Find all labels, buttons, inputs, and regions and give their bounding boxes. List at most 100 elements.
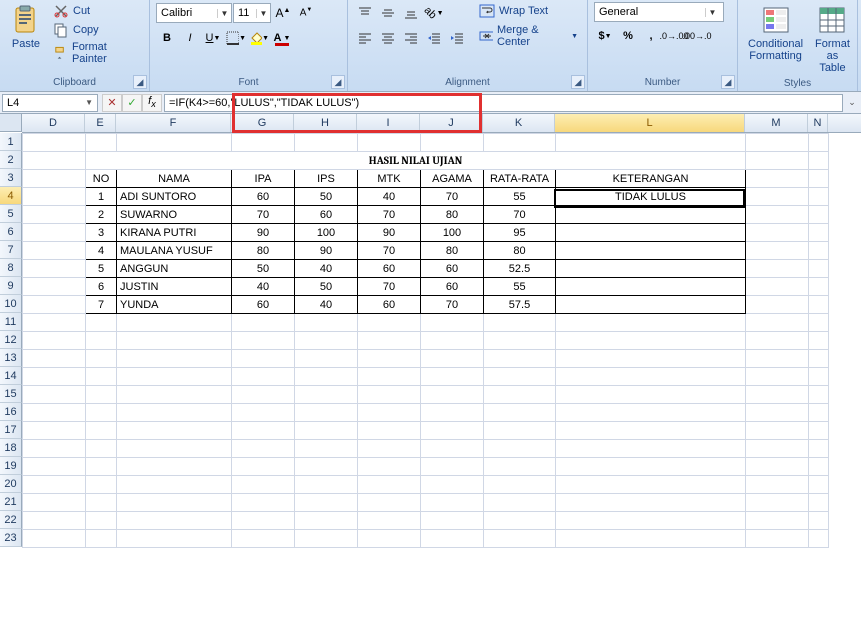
table-cell[interactable]: [556, 242, 746, 260]
table-cell[interactable]: 80: [421, 242, 484, 260]
table-cell[interactable]: 70: [358, 206, 421, 224]
chevron-down-icon[interactable]: ▼: [217, 9, 231, 18]
font-size-input[interactable]: [234, 7, 256, 19]
formula-input[interactable]: =IF(K4>=60,"LULUS","TIDAK LULUS"): [164, 94, 843, 112]
table-cell[interactable]: TIDAK LULUS: [556, 188, 746, 206]
table-cell[interactable]: 50: [232, 260, 295, 278]
col-header-J[interactable]: J: [420, 114, 483, 132]
wrap-text-button[interactable]: Wrap Text: [476, 2, 581, 20]
table-cell[interactable]: 57.5: [484, 296, 556, 314]
table-cell[interactable]: 70: [358, 242, 421, 260]
decrease-indent-button[interactable]: [423, 27, 445, 49]
row-header-11[interactable]: 11: [0, 313, 22, 331]
font-color-button[interactable]: A▼: [271, 27, 293, 49]
table-cell[interactable]: 90: [232, 224, 295, 242]
table-cell[interactable]: JUSTIN: [117, 278, 232, 296]
table-cell[interactable]: 70: [421, 296, 484, 314]
table-cell[interactable]: [556, 278, 746, 296]
table-cell[interactable]: 100: [295, 224, 358, 242]
font-launcher[interactable]: ◢: [331, 75, 345, 89]
expand-formula-bar-button[interactable]: ⌄: [843, 94, 861, 112]
table-cell[interactable]: MAULANA YUSUF: [117, 242, 232, 260]
table-cell[interactable]: [556, 224, 746, 242]
table-cell[interactable]: 5: [86, 260, 117, 278]
table-cell[interactable]: 60: [232, 188, 295, 206]
name-box[interactable]: L4 ▼: [2, 94, 98, 112]
row-header-9[interactable]: 9: [0, 277, 22, 295]
bold-button[interactable]: B: [156, 27, 178, 49]
table-cell[interactable]: 6: [86, 278, 117, 296]
copy-button[interactable]: Copy: [50, 21, 143, 39]
table-cell[interactable]: 80: [421, 206, 484, 224]
table-cell[interactable]: 70: [358, 278, 421, 296]
currency-button[interactable]: $▼: [594, 25, 616, 47]
table-cell[interactable]: 90: [295, 242, 358, 260]
table-cell[interactable]: SUWARNO: [117, 206, 232, 224]
table-cell[interactable]: 60: [421, 260, 484, 278]
fill-color-button[interactable]: ▼: [248, 27, 270, 49]
row-header-20[interactable]: 20: [0, 475, 22, 493]
table-cell[interactable]: 40: [295, 260, 358, 278]
table-cell[interactable]: 7: [86, 296, 117, 314]
row-header-6[interactable]: 6: [0, 223, 22, 241]
col-header-G[interactable]: G: [231, 114, 294, 132]
align-center-button[interactable]: [377, 27, 399, 49]
table-cell[interactable]: ANGGUN: [117, 260, 232, 278]
col-header-H[interactable]: H: [294, 114, 357, 132]
decrease-decimal-button[interactable]: .00→.0: [686, 25, 708, 47]
conditional-formatting-button[interactable]: Conditional Formatting: [744, 2, 807, 64]
table-cell[interactable]: 100: [421, 224, 484, 242]
align-middle-button[interactable]: [377, 2, 399, 24]
row-header-4[interactable]: 4: [0, 187, 22, 205]
table-cell[interactable]: 70: [484, 206, 556, 224]
chevron-down-icon[interactable]: ▼: [256, 9, 270, 18]
col-header-K[interactable]: K: [483, 114, 555, 132]
row-header-15[interactable]: 15: [0, 385, 22, 403]
chevron-down-icon[interactable]: ▼: [85, 98, 93, 107]
insert-function-button[interactable]: fx: [142, 94, 162, 112]
row-header-18[interactable]: 18: [0, 439, 22, 457]
table-cell[interactable]: ADI SUNTORO: [117, 188, 232, 206]
number-launcher[interactable]: ◢: [721, 75, 735, 89]
row-header-22[interactable]: 22: [0, 511, 22, 529]
table-cell[interactable]: 60: [358, 260, 421, 278]
col-header-F[interactable]: F: [116, 114, 231, 132]
shrink-font-button[interactable]: A▼: [295, 2, 317, 24]
table-cell[interactable]: KIRANA PUTRI: [117, 224, 232, 242]
col-header-D[interactable]: D: [22, 114, 85, 132]
table-cell[interactable]: 40: [232, 278, 295, 296]
merge-center-button[interactable]: Merge & Center▼: [476, 23, 581, 49]
orientation-button[interactable]: ab▼: [423, 2, 445, 24]
table-cell[interactable]: 55: [484, 278, 556, 296]
table-cell[interactable]: 1: [86, 188, 117, 206]
chevron-down-icon[interactable]: ▼: [705, 8, 719, 17]
clipboard-launcher[interactable]: ◢: [133, 75, 147, 89]
number-format-combo[interactable]: ▼: [594, 2, 724, 22]
format-painter-button[interactable]: Format Painter: [50, 40, 143, 66]
number-format-input[interactable]: [595, 6, 705, 18]
table-cell[interactable]: 2: [86, 206, 117, 224]
row-header-14[interactable]: 14: [0, 367, 22, 385]
col-header-L[interactable]: L: [555, 114, 745, 132]
cancel-formula-button[interactable]: ✕: [102, 94, 122, 112]
cells-area[interactable]: HASIL NILAI UJIANNONAMAIPAIPSMTKAGAMARAT…: [22, 133, 829, 548]
table-cell[interactable]: [556, 260, 746, 278]
row-header-7[interactable]: 7: [0, 241, 22, 259]
row-header-16[interactable]: 16: [0, 403, 22, 421]
italic-button[interactable]: I: [179, 27, 201, 49]
row-header-13[interactable]: 13: [0, 349, 22, 367]
col-header-N[interactable]: N: [808, 114, 828, 132]
table-cell[interactable]: 40: [358, 188, 421, 206]
table-cell[interactable]: 95: [484, 224, 556, 242]
row-header-19[interactable]: 19: [0, 457, 22, 475]
format-as-table-button[interactable]: Format as Table: [811, 2, 854, 76]
table-cell[interactable]: 80: [484, 242, 556, 260]
font-name-input[interactable]: [157, 7, 217, 19]
row-header-23[interactable]: 23: [0, 529, 22, 547]
table-cell[interactable]: 90: [358, 224, 421, 242]
row-header-1[interactable]: 1: [0, 133, 22, 151]
align-left-button[interactable]: [354, 27, 376, 49]
table-cell[interactable]: 40: [295, 296, 358, 314]
percent-button[interactable]: %: [617, 25, 639, 47]
table-cell[interactable]: [556, 206, 746, 224]
